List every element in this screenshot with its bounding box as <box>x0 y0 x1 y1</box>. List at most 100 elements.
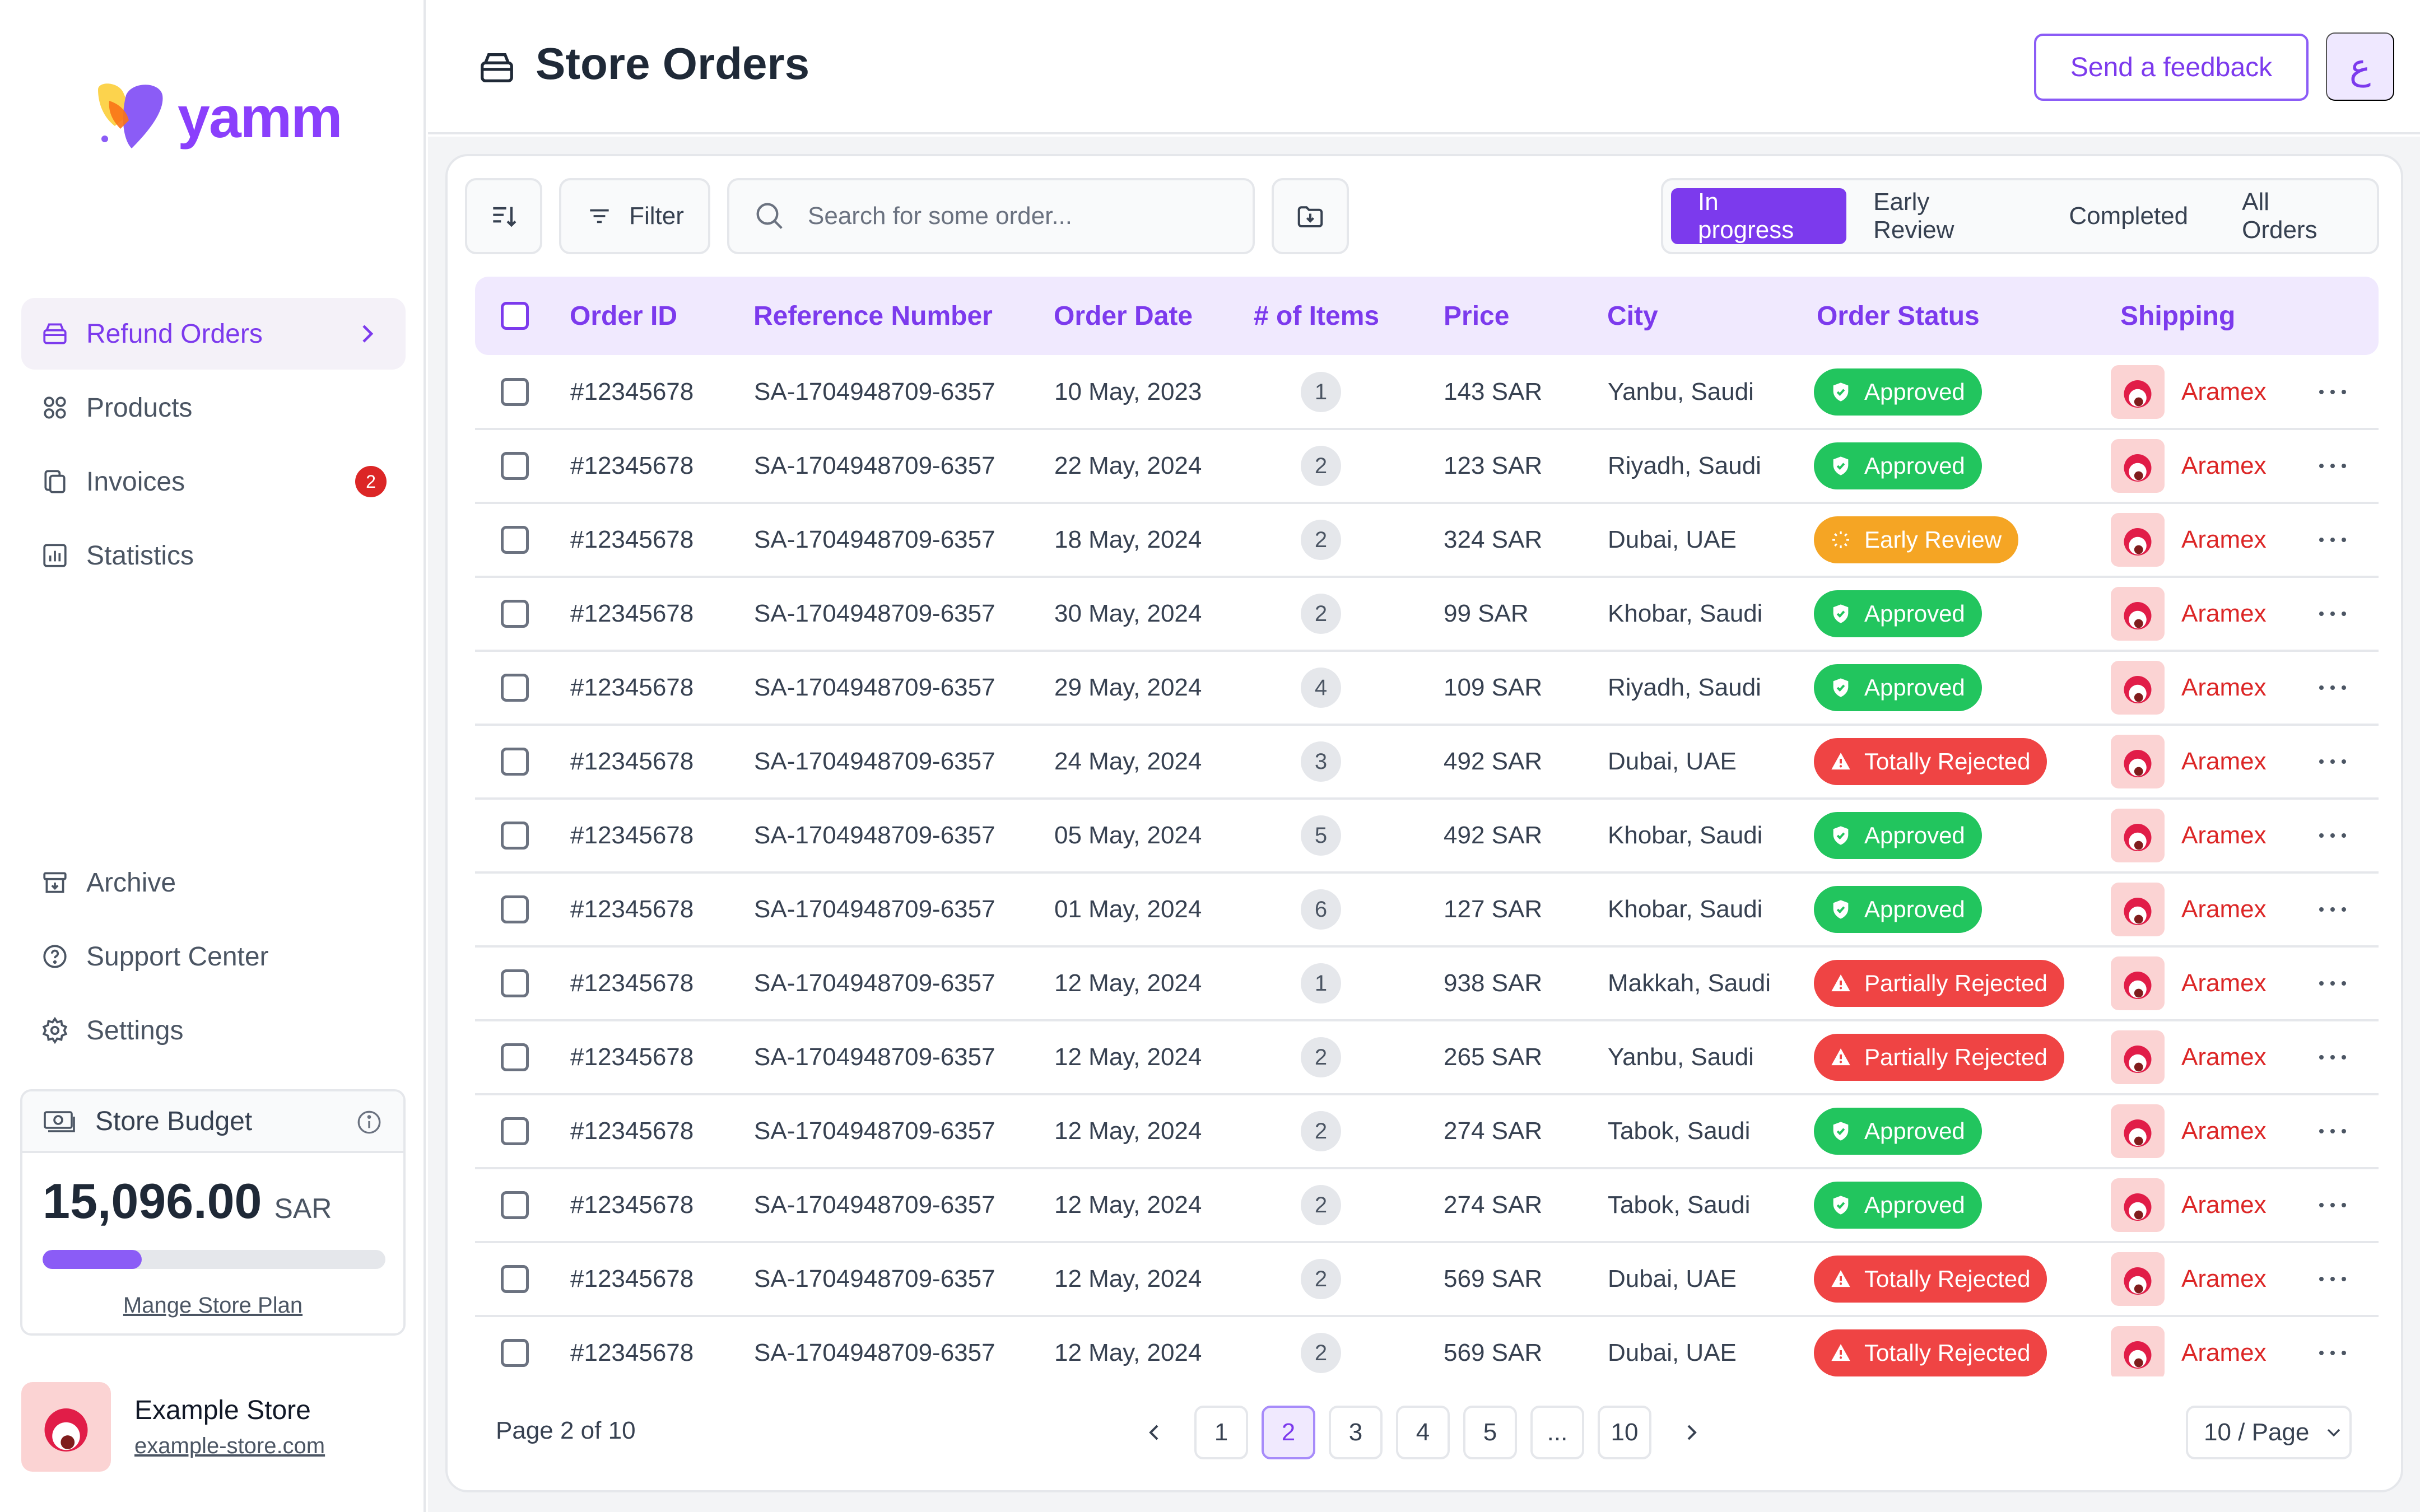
more-options-icon[interactable] <box>2317 1052 2348 1063</box>
row-checkbox[interactable] <box>501 895 529 923</box>
row-checkbox[interactable] <box>501 452 529 480</box>
row-checkbox[interactable] <box>501 600 529 628</box>
table-row[interactable]: #12345678 SA-1704948709-6357 18 May, 2024 2… <box>475 504 2379 578</box>
order-id[interactable]: #12345678 <box>570 356 694 428</box>
store-url-link[interactable]: example-store.com <box>134 1434 325 1459</box>
more-options-icon[interactable] <box>2317 1347 2348 1359</box>
table-row[interactable]: #12345678 SA-1704948709-6357 12 May, 2024 2… <box>475 1317 2379 1376</box>
order-id[interactable]: #12345678 <box>570 504 694 576</box>
row-checkbox[interactable] <box>501 378 529 406</box>
table-row[interactable]: #12345678 SA-1704948709-6357 01 May, 2024 6… <box>475 874 2379 948</box>
page-button-4[interactable]: 4 <box>1396 1406 1450 1459</box>
shipping-carrier[interactable]: Aramex <box>2181 822 2267 850</box>
more-options-icon[interactable] <box>2317 1273 2348 1285</box>
sort-button[interactable] <box>465 178 542 254</box>
more-options-icon[interactable] <box>2317 756 2348 767</box>
row-checkbox[interactable] <box>501 674 529 702</box>
row-checkbox[interactable] <box>501 1265 529 1293</box>
tab-all-orders[interactable]: All Orders <box>2215 188 2377 244</box>
order-id[interactable]: #12345678 <box>570 652 694 724</box>
row-checkbox[interactable] <box>501 1043 529 1071</box>
table-row[interactable]: #12345678 SA-1704948709-6357 30 May, 2024 2… <box>475 578 2379 652</box>
column-header-price[interactable]: Price <box>1444 277 1509 355</box>
shipping-carrier[interactable]: Aramex <box>2181 1265 2267 1293</box>
shipping-carrier[interactable]: Aramex <box>2181 748 2267 776</box>
row-checkbox[interactable] <box>501 748 529 776</box>
column-header-reference-number[interactable]: Reference Number <box>753 277 993 355</box>
sidebar-item-invoices[interactable]: Invoices 2 <box>21 446 406 517</box>
more-options-icon[interactable] <box>2317 460 2348 472</box>
more-options-icon[interactable] <box>2317 1126 2348 1137</box>
order-id[interactable]: #12345678 <box>570 800 694 871</box>
previous-page-button[interactable] <box>1127 1406 1181 1459</box>
order-id[interactable]: #12345678 <box>570 948 694 1019</box>
shipping-carrier[interactable]: Aramex <box>2181 1117 2267 1145</box>
table-row[interactable]: #12345678 SA-1704948709-6357 22 May, 2024 2… <box>475 430 2379 504</box>
row-checkbox[interactable] <box>501 1339 529 1367</box>
manage-store-plan-link[interactable]: Mange Store Plan <box>22 1293 403 1318</box>
page-button-1[interactable]: 1 <box>1194 1406 1248 1459</box>
info-icon[interactable] <box>355 1108 383 1136</box>
sidebar-item-products[interactable]: Products <box>21 372 406 444</box>
table-row[interactable]: #12345678 SA-1704948709-6357 12 May, 2024 2… <box>475 1095 2379 1169</box>
sidebar-item-statistics[interactable]: Statistics <box>21 520 406 591</box>
sidebar-item-settings[interactable]: Settings <box>21 995 406 1066</box>
page-button-5[interactable]: 5 <box>1463 1406 1517 1459</box>
table-row[interactable]: #12345678 SA-1704948709-6357 24 May, 2024 3… <box>475 726 2379 800</box>
shipping-carrier[interactable]: Aramex <box>2181 452 2267 480</box>
shipping-carrier[interactable]: Aramex <box>2181 526 2267 554</box>
order-id[interactable]: #12345678 <box>570 1021 694 1093</box>
search-input[interactable]: Search for some order... <box>808 202 1072 230</box>
order-id[interactable]: #12345678 <box>570 1243 694 1315</box>
row-checkbox[interactable] <box>501 1117 529 1145</box>
shipping-carrier[interactable]: Aramex <box>2181 969 2267 997</box>
send-feedback-button[interactable]: Send a feedback <box>2034 34 2309 101</box>
export-button[interactable] <box>1272 178 1349 254</box>
shipping-carrier[interactable]: Aramex <box>2181 674 2267 702</box>
column-header-items[interactable]: # of Items <box>1254 277 1379 355</box>
sidebar-item-archive[interactable]: Archive <box>21 847 406 918</box>
select-all-checkbox[interactable] <box>501 302 529 330</box>
table-row[interactable]: #12345678 SA-1704948709-6357 05 May, 2024 5… <box>475 800 2379 874</box>
table-row[interactable]: #12345678 SA-1704948709-6357 10 May, 2023 1… <box>475 356 2379 430</box>
more-options-icon[interactable] <box>2317 608 2348 619</box>
page-button-2[interactable]: 2 <box>1262 1406 1315 1459</box>
page-size-select[interactable]: 10 / Page <box>2186 1406 2352 1459</box>
column-header-order-id[interactable]: Order ID <box>570 277 677 355</box>
more-options-icon[interactable] <box>2317 386 2348 398</box>
order-id[interactable]: #12345678 <box>570 1095 694 1167</box>
column-header-order-date[interactable]: Order Date <box>1054 277 1193 355</box>
page-ellipsis[interactable]: ... <box>1530 1406 1584 1459</box>
shipping-carrier[interactable]: Aramex <box>2181 378 2267 406</box>
column-header-order-status[interactable]: Order Status <box>1817 277 1980 355</box>
search-bar[interactable]: Search for some order... <box>727 178 1255 254</box>
shipping-carrier[interactable]: Aramex <box>2181 1191 2267 1219</box>
tab-early-review[interactable]: Early Review <box>1846 188 2042 244</box>
row-checkbox[interactable] <box>501 526 529 554</box>
order-id[interactable]: #12345678 <box>570 578 694 650</box>
table-row[interactable]: #12345678 SA-1704948709-6357 12 May, 2024 2… <box>475 1021 2379 1095</box>
page-button-10[interactable]: 10 <box>1598 1406 1651 1459</box>
column-header-shipping[interactable]: Shipping <box>2120 277 2235 355</box>
more-options-icon[interactable] <box>2317 904 2348 915</box>
order-id[interactable]: #12345678 <box>570 874 694 945</box>
shipping-carrier[interactable]: Aramex <box>2181 1043 2267 1071</box>
row-checkbox[interactable] <box>501 1191 529 1219</box>
tab-completed[interactable]: Completed <box>2042 188 2215 244</box>
page-button-3[interactable]: 3 <box>1329 1406 1383 1459</box>
more-options-icon[interactable] <box>2317 682 2348 693</box>
shipping-carrier[interactable]: Aramex <box>2181 895 2267 923</box>
shipping-carrier[interactable]: Aramex <box>2181 1339 2267 1367</box>
more-options-icon[interactable] <box>2317 830 2348 841</box>
sidebar-item-support-center[interactable]: Support Center <box>21 921 406 992</box>
next-page-button[interactable] <box>1665 1406 1719 1459</box>
order-id[interactable]: #12345678 <box>570 1169 694 1241</box>
tab-in-progress[interactable]: In progress <box>1671 188 1847 244</box>
more-options-icon[interactable] <box>2317 1200 2348 1211</box>
table-row[interactable]: #12345678 SA-1704948709-6357 29 May, 2024 4… <box>475 652 2379 726</box>
table-row[interactable]: #12345678 SA-1704948709-6357 12 May, 2024 2… <box>475 1243 2379 1317</box>
order-id[interactable]: #12345678 <box>570 1317 694 1376</box>
sidebar-item-refund-orders[interactable]: Refund Orders <box>21 298 406 370</box>
order-id[interactable]: #12345678 <box>570 430 694 502</box>
table-row[interactable]: #12345678 SA-1704948709-6357 12 May, 2024 1… <box>475 948 2379 1021</box>
